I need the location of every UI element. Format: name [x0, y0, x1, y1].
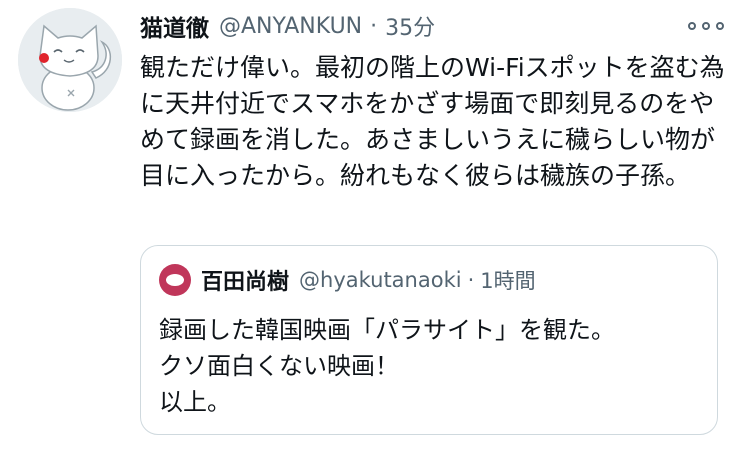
display-name[interactable]: 猫道徹 — [140, 9, 209, 43]
more-dot — [716, 22, 724, 30]
user-handle[interactable]: @ANYANKUN — [219, 14, 362, 39]
quoted-user-handle: @hyakutanaoki — [299, 268, 462, 292]
quoted-text-line: 録画した韓国映画「パラサイト」を観た。 — [159, 316, 615, 344]
quoted-avatar — [159, 264, 191, 296]
quoted-text-line: クソ面白くない映画！ — [159, 352, 399, 380]
tweet-text: 観ただけ偉い。最初の階上のWi-Fiスポットを盗む為に天井付近でスマホをかざす場… — [140, 53, 725, 190]
quoted-tweet-text: 録画した韓国映画「パラサイト」を観た。 クソ面白くない映画！ 以上。 — [159, 312, 699, 420]
more-horizontal-icon[interactable] — [688, 16, 724, 36]
tweet-header: 猫道徹 @ANYANKUN · 35分 — [140, 9, 435, 43]
quoted-display-name: 百田尚樹 — [201, 270, 290, 295]
quoted-tweet-header: 百田尚樹 @hyakutanaoki · 1時間 — [159, 264, 536, 296]
timestamp[interactable]: 35分 — [385, 10, 435, 42]
more-dot — [702, 22, 710, 30]
quoted-text-line: 以上。 — [159, 388, 231, 416]
quoted-timestamp: 1時間 — [480, 269, 536, 293]
avatar[interactable] — [18, 8, 122, 112]
more-dot — [688, 22, 696, 30]
cat-avatar-icon — [18, 8, 122, 112]
quoted-tweet[interactable]: 百田尚樹 @hyakutanaoki · 1時間 録画した韓国映画「パラサイト」… — [140, 245, 718, 435]
tweet[interactable]: 猫道徹 @ANYANKUN · 35分 観ただけ偉い。最初の階上のWi-Fiスポ… — [0, 0, 750, 450]
quoted-separator-dot: · — [467, 268, 475, 292]
separator-dot: · — [370, 13, 378, 39]
